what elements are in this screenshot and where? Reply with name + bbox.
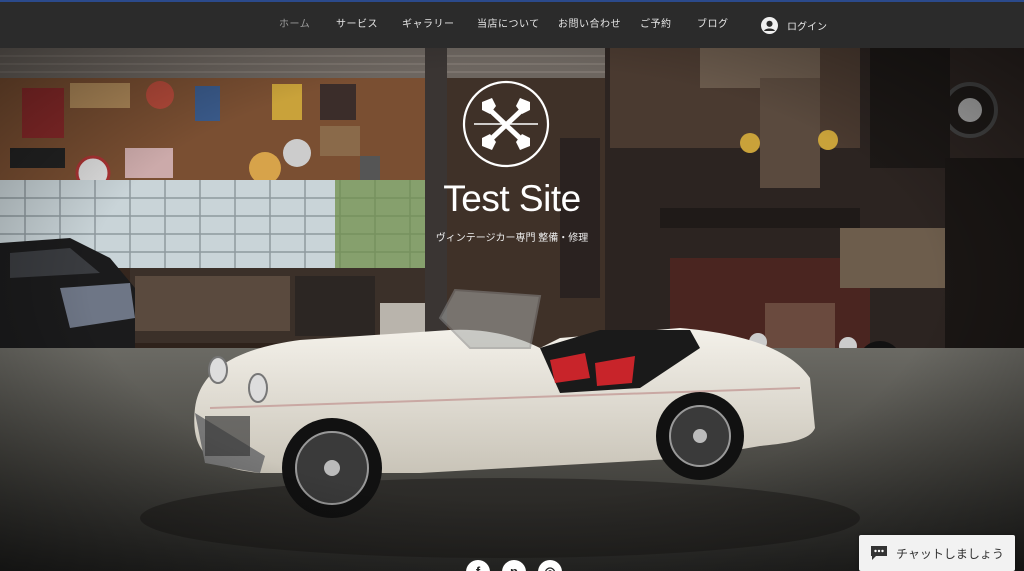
nav-item-blog[interactable]: ブログ xyxy=(697,2,729,48)
login-label: ログイン xyxy=(787,21,827,33)
chat-button[interactable]: チャットしましょう xyxy=(859,535,1015,571)
site-subtitle: ヴィンテージカー専門 整備・修理 xyxy=(435,233,589,244)
login-button[interactable]: ログイン xyxy=(761,2,827,48)
nav-item-gallery[interactable]: ギャラリー xyxy=(402,2,455,48)
crossed-wrenches-icon xyxy=(462,80,550,168)
nav-item-home[interactable]: ホーム xyxy=(279,2,310,48)
user-avatar-icon xyxy=(761,16,778,34)
site-title: Test Site xyxy=(443,178,581,219)
nav-item-booking[interactable]: ご予約 xyxy=(640,2,672,48)
chat-label: チャットしましょう xyxy=(896,546,1004,561)
top-navigation: ホーム サービス ギャラリー 当店について お問い合わせ ご予約 ブログ ログイ… xyxy=(0,2,1024,48)
chat-bubble-icon xyxy=(871,546,887,560)
nav-item-contact[interactable]: お問い合わせ xyxy=(558,2,621,48)
nav-item-services[interactable]: サービス xyxy=(336,2,378,48)
nav-item-about[interactable]: 当店について xyxy=(477,2,540,48)
hero-section: Test Site ヴィンテージカー専門 整備・修理 f p ◎ xyxy=(0,48,1024,571)
